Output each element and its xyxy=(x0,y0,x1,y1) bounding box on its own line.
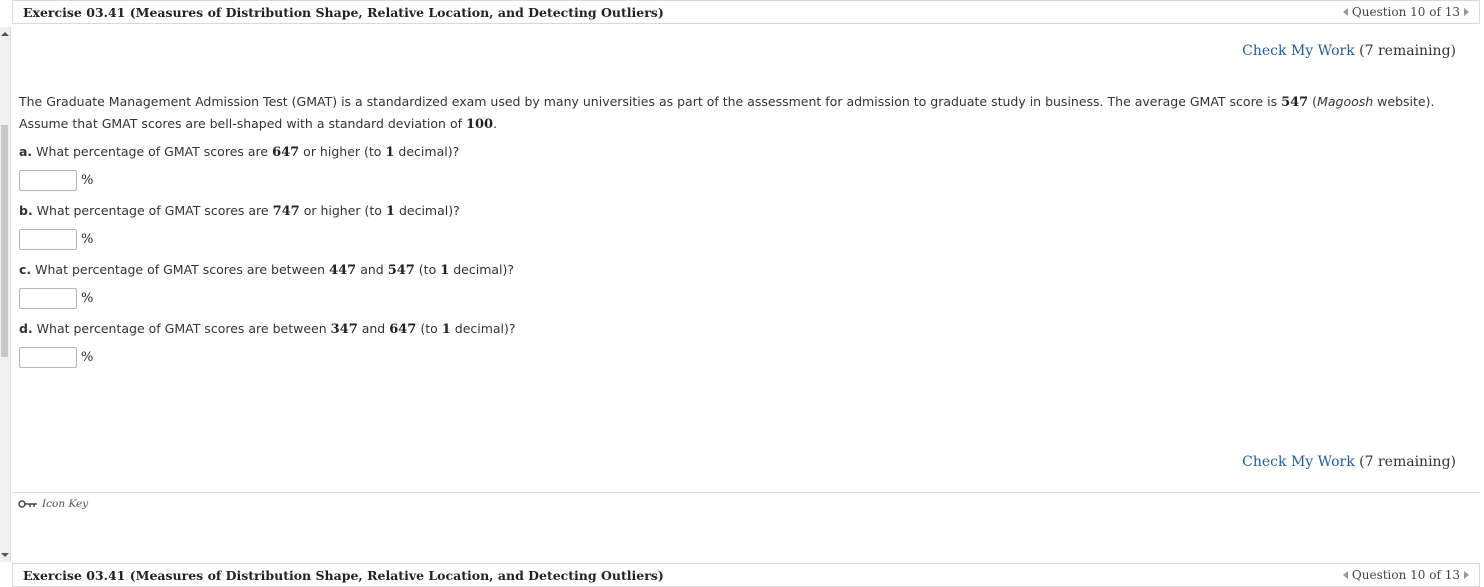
scroll-thumb[interactable] xyxy=(1,125,8,357)
icon-key-link[interactable]: Icon Key xyxy=(18,498,88,510)
answer-input-d[interactable] xyxy=(19,346,77,368)
answer-row-d: % xyxy=(19,343,1469,371)
check-remaining: (7 remaining) xyxy=(1359,454,1456,470)
exercise-header-bottom: Exercise 03.41 (Measures of Distribution… xyxy=(12,563,1480,587)
answer-input-a[interactable] xyxy=(19,169,77,191)
question-navigator: Question 10 of 13 xyxy=(1342,568,1469,582)
check-my-work-top: Check My Work (7 remaining) xyxy=(1242,43,1456,59)
check-my-work-link[interactable]: Check My Work xyxy=(1242,43,1355,59)
question-c: c. What percentage of GMAT scores are be… xyxy=(19,262,515,278)
exercise-title: Exercise 03.41 (Measures of Distribution… xyxy=(23,567,664,583)
percent-unit: % xyxy=(81,231,94,247)
scroll-down-arrow-icon[interactable] xyxy=(1,553,9,557)
next-question-icon[interactable] xyxy=(1464,8,1469,16)
check-my-work-bottom: Check My Work (7 remaining) xyxy=(1242,454,1456,470)
answer-row-c: % xyxy=(19,284,1469,312)
answer-row-b: % xyxy=(19,225,1469,253)
percent-unit: % xyxy=(81,290,94,306)
check-remaining: (7 remaining) xyxy=(1359,43,1456,59)
answer-input-c[interactable] xyxy=(19,287,77,309)
mean-value: 547 xyxy=(1281,95,1309,110)
check-my-work-link[interactable]: Check My Work xyxy=(1242,454,1355,470)
exercise-title: Exercise 03.41 (Measures of Distribution… xyxy=(23,4,664,20)
question-position: Question 10 of 13 xyxy=(1351,568,1460,582)
previous-question-icon[interactable] xyxy=(1342,8,1348,16)
exercise-header-top: Exercise 03.41 (Measures of Distribution… xyxy=(12,0,1480,24)
question-d: d. What percentage of GMAT scores are be… xyxy=(19,321,516,337)
question-position: Question 10 of 13 xyxy=(1351,5,1460,19)
key-icon xyxy=(18,500,37,508)
answer-row-a: % xyxy=(19,166,1469,194)
section-divider xyxy=(12,492,1480,493)
sd-value: 100 xyxy=(465,117,494,132)
question-content: The Graduate Management Admission Test (… xyxy=(19,91,1469,374)
source-name: Magoosh xyxy=(1317,94,1374,109)
vertical-scrollbar[interactable] xyxy=(0,27,11,562)
next-question-icon[interactable] xyxy=(1464,571,1469,579)
previous-question-icon[interactable] xyxy=(1342,571,1348,579)
question-a: a. What percentage of GMAT scores are 64… xyxy=(19,144,460,160)
problem-statement: The Graduate Management Admission Test (… xyxy=(19,94,1435,132)
percent-unit: % xyxy=(81,349,94,365)
percent-unit: % xyxy=(81,172,94,188)
icon-key-label: Icon Key xyxy=(42,498,89,510)
question-navigator: Question 10 of 13 xyxy=(1342,5,1469,19)
scroll-up-arrow-icon[interactable] xyxy=(1,32,9,36)
answer-input-b[interactable] xyxy=(19,228,77,250)
question-b: b. What percentage of GMAT scores are 74… xyxy=(19,203,460,219)
